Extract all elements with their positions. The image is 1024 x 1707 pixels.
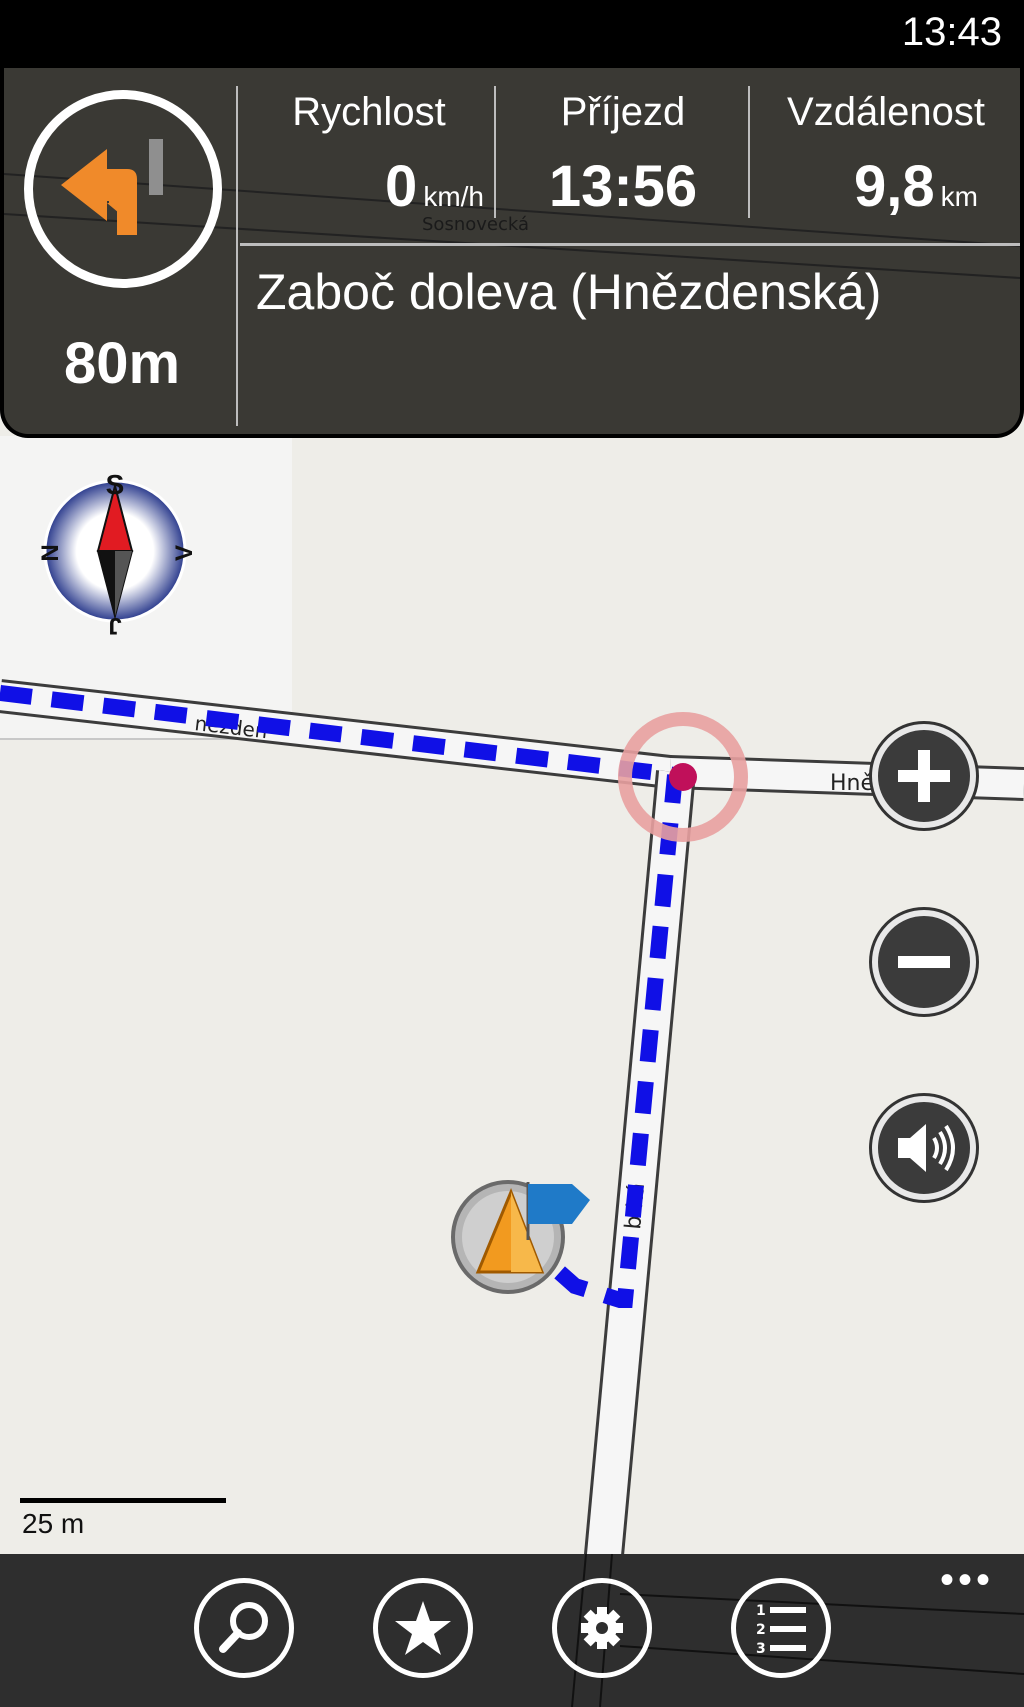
svg-text:3: 3 [756, 1641, 766, 1657]
arrival-value: 13:56 [498, 153, 748, 220]
compass-top-label: S [106, 469, 125, 500]
sound-button[interactable] [872, 1096, 976, 1200]
star-icon [395, 1601, 451, 1655]
speed-value: 0 km/h [244, 153, 484, 220]
zoom-out-button[interactable] [872, 910, 976, 1014]
minus-icon [898, 956, 950, 968]
status-clock: 13:43 [901, 10, 1002, 54]
svg-text:1: 1 [756, 1603, 766, 1619]
compass-left-label: N [37, 544, 64, 561]
appbar-background-roads [571, 1554, 1024, 1707]
turn-left-icon [61, 139, 163, 235]
map-scale-label: 25 m [22, 1508, 85, 1539]
compass-bottom-label: J [108, 612, 121, 639]
favorites-button[interactable] [373, 1578, 473, 1678]
gear-icon [581, 1607, 623, 1649]
distance-value: 9,8 km [752, 153, 978, 220]
svg-text:2: 2 [756, 1622, 766, 1638]
more-options-button[interactable]: ••• [940, 1560, 994, 1600]
divider [236, 86, 238, 426]
zoom-in-button[interactable] [872, 724, 976, 828]
turn-instruction: Zaboč doleva (Hnězdenská) [256, 264, 882, 320]
next-turn-indicator [24, 90, 222, 288]
numbered-list-icon: 1 2 3 [756, 1603, 806, 1657]
divider [494, 86, 496, 218]
app-bar: 1 2 3 ••• [0, 1554, 1024, 1707]
arrival-label: Příjezd [560, 90, 686, 134]
navigation-panel: Sosnovecká 80m Rychlost 0 km/h Příjezd 13… [4, 68, 1020, 434]
map-scale-bar [20, 1498, 226, 1503]
settings-button[interactable] [552, 1578, 652, 1678]
plus-icon [898, 750, 950, 802]
distance-number: 9,8 [854, 154, 935, 219]
compass-right-label: V [171, 545, 198, 561]
search-icon [219, 1602, 268, 1653]
distance-label: Vzdálenost [787, 90, 985, 134]
status-bar: 13:43 [0, 0, 1024, 68]
turn-distance: 80m [63, 331, 181, 396]
divider [240, 243, 1020, 246]
speaker-icon [898, 1124, 955, 1172]
arrival-time: 13:56 [548, 154, 698, 219]
distance-unit: km [940, 181, 978, 212]
speed-number: 0 [385, 154, 418, 219]
route-list-button[interactable]: 1 2 3 [731, 1578, 831, 1678]
divider [748, 86, 750, 218]
compass[interactable]: S N V J [20, 456, 210, 646]
speed-unit: km/h [423, 181, 484, 212]
speed-label: Rychlost [292, 90, 446, 134]
search-button[interactable] [194, 1578, 294, 1678]
